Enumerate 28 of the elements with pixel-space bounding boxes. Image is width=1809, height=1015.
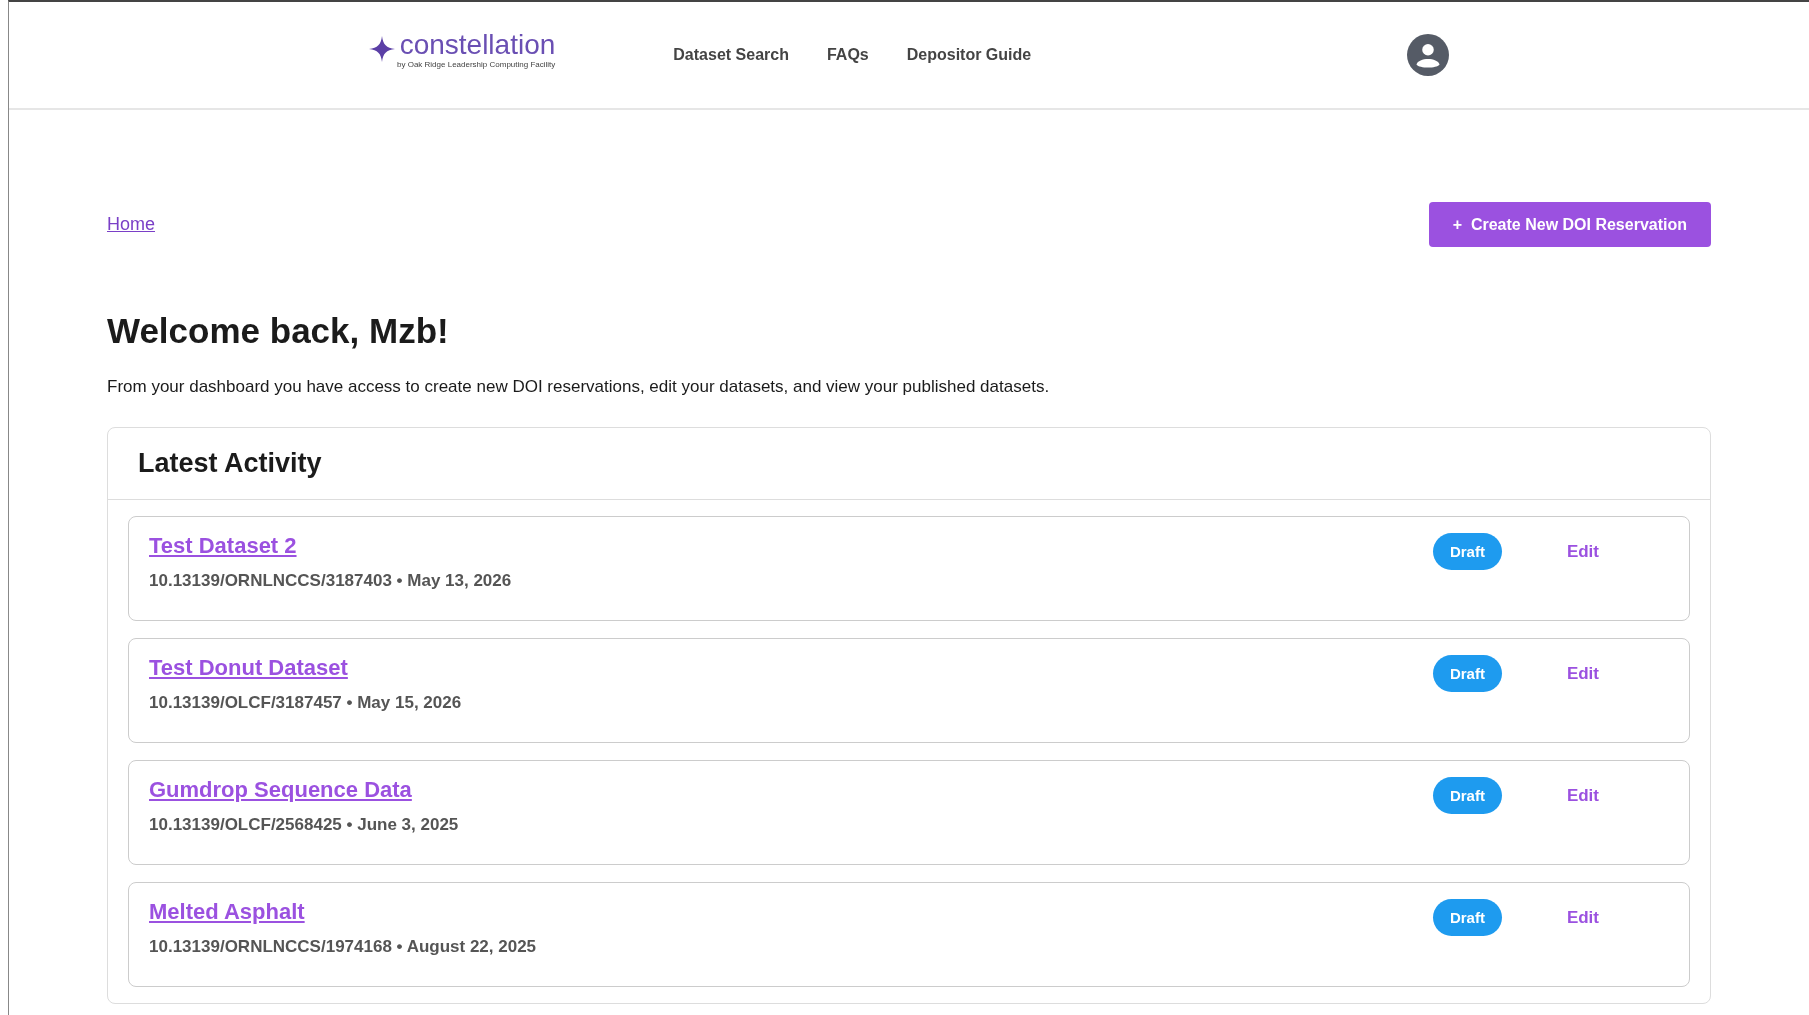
logo-tagline: by Oak Ridge Leadership Computing Facility: [397, 59, 556, 69]
dataset-title-link[interactable]: Test Dataset 2: [149, 533, 1433, 559]
user-avatar-icon[interactable]: [1407, 34, 1449, 76]
welcome-text: From your dashboard you have access to create new DOI reservations, edit your datasets, and view your published datasets.: [107, 377, 1051, 397]
star-icon: [369, 36, 395, 62]
status-badge: Draft: [1432, 899, 1502, 936]
create-doi-button[interactable]: + Create New DOI Reservation: [1428, 202, 1711, 247]
dataset-meta: 10.13139/ORNLNCCS/3187403 • May 13, 2026: [149, 571, 513, 591]
nav-link[interactable]: FAQs: [826, 46, 869, 64]
dataset-meta: 10.13139/OLCF/3187457 • May 15, 2026: [149, 693, 463, 713]
edit-link[interactable]: Edit: [1566, 542, 1599, 562]
logo-wordmark: constellation: [399, 29, 556, 60]
dataset-title-link[interactable]: Melted Asphalt: [149, 899, 1433, 925]
edit-link[interactable]: Edit: [1566, 908, 1599, 928]
status-badge: Draft: [1432, 777, 1502, 814]
nav-link[interactable]: Depositor Guide: [906, 46, 1032, 64]
status-badge: Draft: [1432, 655, 1502, 692]
dataset-title-link[interactable]: Test Donut Dataset: [149, 655, 1433, 681]
edit-link[interactable]: Edit: [1566, 786, 1599, 806]
status-badge: Draft: [1432, 533, 1502, 570]
edit-link[interactable]: Edit: [1566, 664, 1599, 684]
dataset-meta: 10.13139/ORNLNCCS/1974168 • August 22, 2025: [149, 937, 538, 957]
nav-link[interactable]: Dataset Search: [673, 46, 789, 64]
dataset-meta: 10.13139/OLCF/2568425 • June 3, 2025: [149, 815, 460, 835]
breadcrumb-link[interactable]: Home: [107, 214, 155, 235]
welcome-heading: Welcome back, Mzb!: [107, 311, 450, 351]
panel-title: Latest Activity: [138, 448, 323, 479]
dataset-title-link[interactable]: Gumdrop Sequence Data: [149, 777, 1433, 803]
